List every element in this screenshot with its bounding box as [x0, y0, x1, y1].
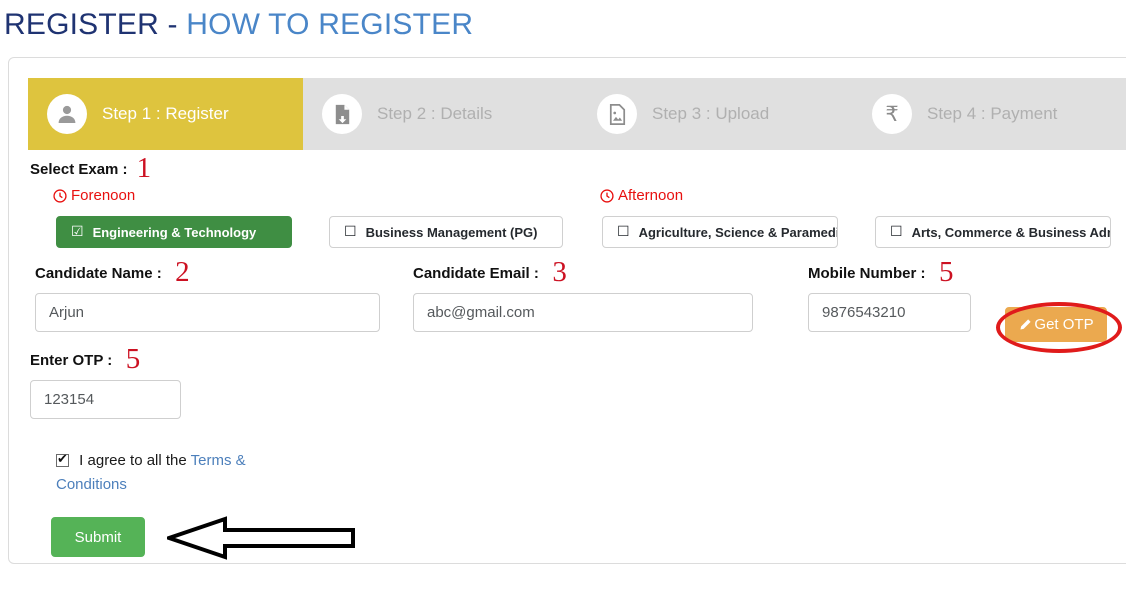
exam-option-label: Agriculture, Science & Paramedical: [638, 224, 838, 240]
exam-options: ☑ Engineering & Technology ☐ Business Ma…: [30, 216, 1126, 248]
step-item-upload[interactable]: Step 3 : Upload: [578, 78, 853, 150]
rupee-glyph: ₹: [885, 101, 899, 126]
get-otp-label: Get OTP: [1034, 316, 1094, 333]
session-name: Forenoon: [71, 187, 136, 204]
session-label-afternoon: Afternoon: [600, 187, 683, 204]
otp-input[interactable]: [30, 380, 181, 419]
mobile-number-block: Mobile Number : 5: [808, 258, 971, 332]
annotation-number-3: 3: [552, 256, 567, 288]
step-item-payment[interactable]: ₹ Step 4 : Payment: [853, 78, 1126, 150]
otp-label: Enter OTP :: [30, 352, 113, 369]
pencil-icon: [1020, 318, 1032, 330]
checkbox-unchecked-icon: ☐: [617, 224, 630, 240]
checkbox-unchecked-icon: ☐: [344, 224, 357, 240]
annotation-arrow-submit: [167, 516, 355, 560]
step-item-label: Step 2 : Details: [377, 104, 493, 123]
step-progress-bar: Step 1 : Register Step 2 : Details Step …: [28, 78, 1126, 150]
primary-fields-row: Candidate Name : 2 Candidate Email : 3 M…: [30, 258, 1126, 353]
exam-option-arts-commerce-business-administration[interactable]: ☐ Arts, Commerce & Business Administrati…: [875, 216, 1111, 248]
select-exam-heading: Select Exam : 1: [30, 152, 152, 184]
registration-panel: Step 1 : Register Step 2 : Details Step …: [8, 57, 1126, 564]
page-title-primary: REGISTER: [4, 8, 159, 41]
checkbox-checked-icon: ☑: [71, 224, 84, 240]
user-icon: [47, 94, 87, 134]
step-item-details[interactable]: Step 2 : Details: [303, 78, 578, 150]
candidate-name-input[interactable]: [35, 293, 380, 332]
annotation-number-2: 2: [175, 256, 190, 288]
exam-option-label: Business Management (PG): [365, 224, 538, 240]
exam-option-label: Engineering & Technology: [92, 224, 257, 240]
annotation-number-5-mobile: 5: [938, 256, 954, 288]
file-upload-icon: [322, 94, 362, 134]
mobile-number-input[interactable]: [808, 293, 971, 332]
submit-button[interactable]: Submit: [51, 517, 145, 557]
image-file-icon: [597, 94, 637, 134]
get-otp-button[interactable]: Get OTP: [1005, 307, 1107, 342]
candidate-email-label: Candidate Email :: [413, 265, 539, 282]
exam-option-agriculture-science-paramedical[interactable]: ☐ Agriculture, Science & Paramedical: [602, 216, 838, 248]
clock-icon: [53, 188, 67, 203]
session-label-forenoon: Forenoon: [53, 187, 135, 204]
clock-icon: [600, 188, 614, 203]
select-exam-label: Select Exam :: [30, 161, 128, 178]
submit-area: Submit: [51, 516, 1126, 563]
get-otp-area: Get OTP: [996, 302, 1122, 353]
exam-option-label: Arts, Commerce & Business Administration: [911, 224, 1110, 240]
terms-text: I agree to all the: [79, 452, 191, 469]
candidate-name-label: Candidate Name :: [35, 265, 162, 282]
rupee-icon: ₹: [872, 94, 912, 134]
step-item-register[interactable]: Step 1 : Register: [28, 78, 303, 150]
page-title-secondary: HOW TO REGISTER: [186, 8, 474, 41]
terms-checkbox[interactable]: [56, 452, 69, 467]
checkbox-unchecked-icon: ☐: [890, 224, 903, 240]
mobile-number-label: Mobile Number :: [808, 265, 926, 282]
session-labels: Forenoon Afternoon: [30, 187, 1126, 209]
registration-form: Select Exam : 1 Forenoon Afternoon ☑ Eng…: [9, 150, 1126, 563]
session-name: Afternoon: [618, 187, 684, 204]
page-title: REGISTER - HOW TO REGISTER: [0, 0, 1126, 42]
exam-option-engineering-technology[interactable]: ☑ Engineering & Technology: [56, 216, 292, 248]
candidate-name-block: Candidate Name : 2: [35, 258, 380, 332]
step-item-label: Step 4 : Payment: [927, 104, 1058, 123]
step-item-label: Step 3 : Upload: [652, 104, 770, 123]
exam-option-business-management[interactable]: ☐ Business Management (PG): [329, 216, 563, 248]
otp-block: Enter OTP : 5: [30, 345, 1126, 419]
candidate-email-block: Candidate Email : 3: [413, 258, 753, 332]
page-title-separator: -: [167, 8, 178, 41]
terms-agreement: I agree to all the Terms & Conditions: [56, 449, 291, 497]
annotation-number-5-otp: 5: [125, 343, 141, 375]
candidate-email-input[interactable]: [413, 293, 753, 332]
step-item-label: Step 1 : Register: [102, 104, 229, 123]
